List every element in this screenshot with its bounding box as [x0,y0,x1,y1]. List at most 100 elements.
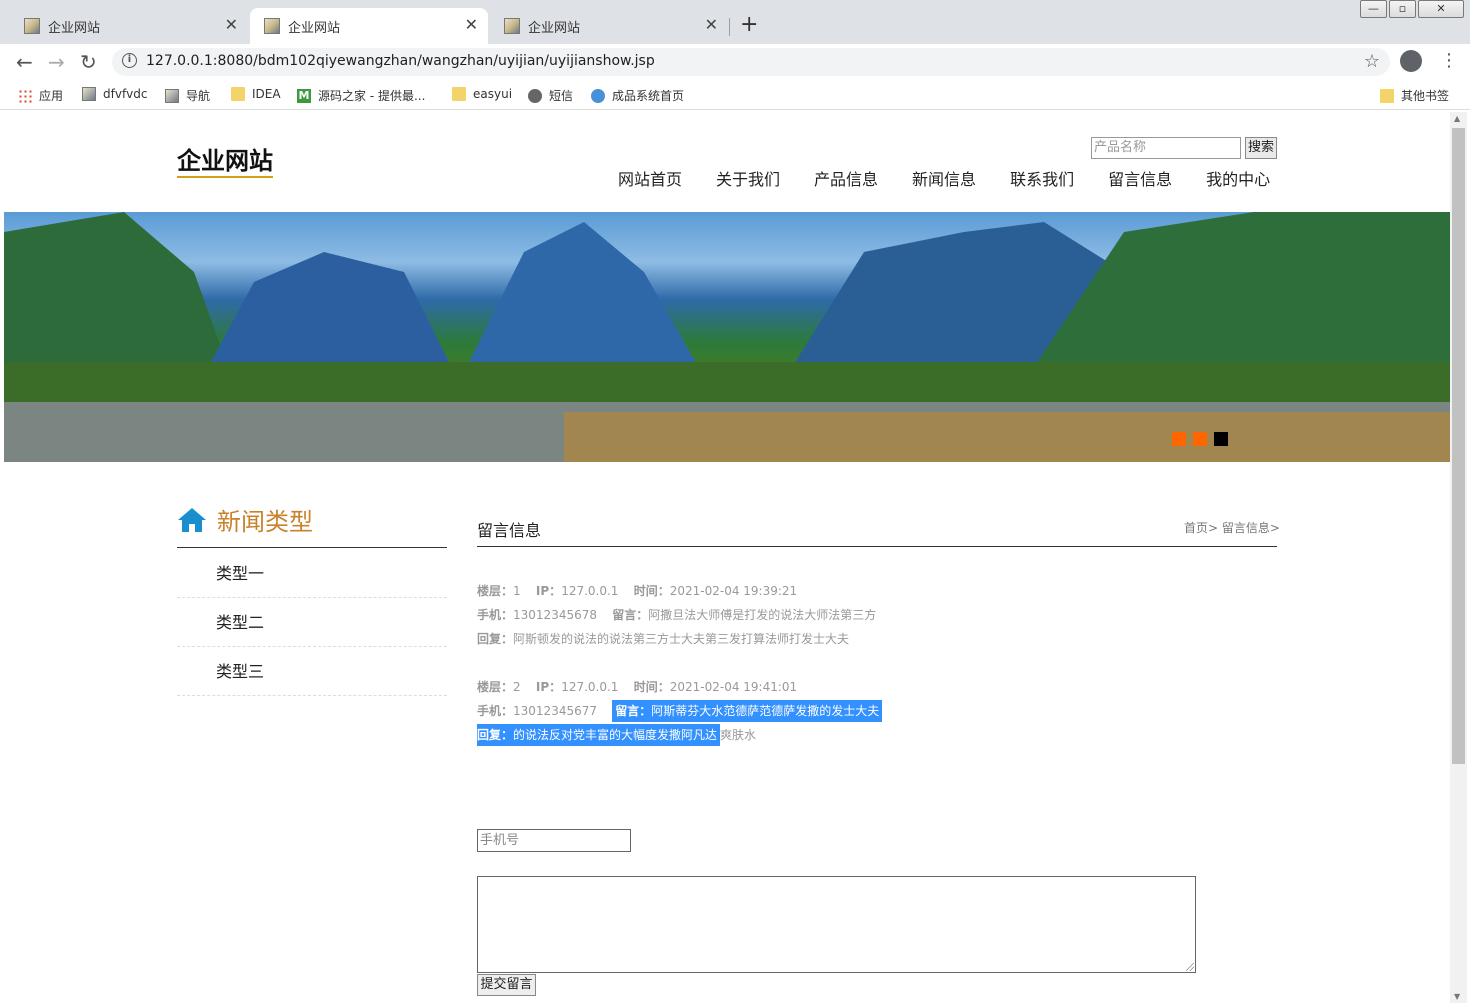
floor-label: 楼层： [477,584,514,598]
ip-label: IP： [535,584,562,598]
landscape-illustration [4,212,1450,462]
sidebar-item-type3[interactable]: 类型三 [177,647,447,696]
message-textarea[interactable] [477,876,1196,973]
favicon-icon [264,18,280,34]
bookmark-idea[interactable]: IDEA [231,87,281,101]
window-close-icon[interactable]: ✕ [1418,0,1464,18]
favicon-icon [24,18,40,34]
content-divider [477,546,1277,547]
banner-image [4,212,1450,462]
search-button[interactable]: 搜索 [1245,137,1277,159]
time-value: 2021-02-04 19:39:21 [669,584,798,598]
new-tab-icon[interactable]: + [740,12,758,37]
bookmark-label: dfvfvdc [103,87,148,101]
sidebar-item-type1[interactable]: 类型一 [177,549,447,598]
address-bar[interactable]: i 127.0.0.1:8080/bdm102qiyewangzhan/wang… [112,48,1390,76]
browser-tab-bar: 企业网站 ✕ 企业网站 ✕ 企业网站 ✕ + — ▫ ✕ [0,0,1470,44]
banner-dot-1[interactable] [1172,432,1186,446]
window-controls: — ▫ ✕ [1358,0,1464,18]
tab-title: 企业网站 [48,21,101,36]
bookmark-other[interactable]: 其他书签 [1380,87,1449,104]
minimize-icon[interactable]: — [1360,0,1387,18]
nav-home[interactable]: 网站首页 [618,166,682,190]
reply-label: 回复： [477,632,514,646]
scroll-up-icon[interactable]: ▲ [1454,114,1460,123]
phone-value: 13012345678 [513,608,597,622]
selected-text: 留言：阿斯蒂芬大水范德萨范德萨发撒的发士大夫 [612,700,883,722]
banner-pager [1172,432,1235,446]
phone-label: 手机： [477,608,514,622]
bookmark-label: 成品系统首页 [612,89,685,103]
bookmark-apps[interactable]: 应用 [18,87,63,104]
nav-messages[interactable]: 留言信息 [1108,166,1172,190]
phone-value: 13012345677 [513,704,597,718]
product-search-input[interactable]: 产品名称 [1091,137,1241,159]
bookmark-nav[interactable]: 导航 [165,87,210,104]
resize-grip-icon[interactable] [1186,963,1194,971]
forward-icon[interactable]: → [48,50,65,74]
profile-avatar-icon[interactable] [1400,50,1422,72]
reply-value: 阿斯顿发的说法的说法第三方士大夫第三发打算法师打发士大夫 [513,632,850,646]
phone-label: 手机： [477,704,514,718]
image-icon [82,87,96,101]
banner-dot-3[interactable] [1214,432,1228,446]
floor-label: 楼层： [477,680,514,694]
browser-tab-3[interactable]: 企业网站 ✕ [490,8,728,44]
nav-contact[interactable]: 联系我们 [1010,166,1074,190]
globe-icon [528,88,542,103]
tab-title: 企业网站 [288,21,341,36]
site-info-icon[interactable]: i [122,53,137,68]
browser-tab-1[interactable]: 企业网站 ✕ [10,8,248,44]
time-value: 2021-02-04 19:41:01 [669,680,798,694]
floor-value: 2 [513,680,521,694]
sidebar-title: 新闻类型 [177,502,313,537]
page-viewport: 企业网站 产品名称 搜索 网站首页 关于我们 产品信息 新闻信息 联系我们 留言… [4,112,1450,1003]
browser-toolbar: ← → ↻ i 127.0.0.1:8080/bdm102qiyewangzha… [0,44,1470,80]
nav-about[interactable]: 关于我们 [716,166,780,190]
close-tab-icon[interactable]: ✕ [225,15,238,34]
bookmark-label: 其他书签 [1401,89,1450,103]
apps-icon [18,88,32,103]
nav-my-center[interactable]: 我的中心 [1206,166,1270,190]
ip-value: 127.0.0.1 [561,584,619,598]
submit-message-button[interactable]: 提交留言 [477,974,536,996]
reload-icon[interactable]: ↻ [80,50,97,74]
msg-label: 留言： [615,704,652,718]
msg-value: 阿斯蒂芬大水范德萨范德萨发撒的发士大夫 [651,704,880,718]
message-1-meta: 楼层：1 IP：127.0.0.1 时间：2021-02-04 19:39:21 [477,582,797,599]
scroll-down-icon[interactable]: ▼ [1454,992,1460,1001]
page-title: 留言信息 [477,521,542,540]
nav-products[interactable]: 产品信息 [814,166,878,190]
msg-label: 留言： [612,608,649,622]
folder-icon [452,87,466,101]
menu-kebab-icon[interactable]: ⋮ [1440,50,1458,71]
bookmark-sms[interactable]: 短信 [528,87,573,104]
phone-input[interactable]: 手机号 [477,829,631,852]
message-1-body: 手机：13012345678 留言：阿撒旦法大师傅是打发的说法大师法第三方 [477,606,876,623]
maximize-icon[interactable]: ▫ [1389,0,1416,18]
ip-label: IP： [535,680,562,694]
page-scrollbar[interactable]: ▲ ▼ [1450,112,1467,1003]
sidebar-item-type2[interactable]: 类型二 [177,598,447,647]
reply-label: 回复： [477,728,514,742]
banner-dot-2[interactable] [1193,432,1207,446]
scrollbar-thumb[interactable] [1452,128,1465,764]
bookmark-easyui[interactable]: easyui [452,87,512,101]
bookmark-system-home[interactable]: 成品系统首页 [591,87,684,104]
ip-value: 127.0.0.1 [561,680,619,694]
close-tab-icon[interactable]: ✕ [465,15,478,34]
bookmark-dfvfvdc[interactable]: dfvfvdc [82,87,147,101]
bookmark-star-icon[interactable]: ☆ [1364,51,1380,72]
back-icon[interactable]: ← [16,50,33,74]
site-logo[interactable]: 企业网站 [177,146,273,178]
close-tab-icon[interactable]: ✕ [705,15,718,34]
home-icon [178,507,206,532]
message-2-meta: 楼层：2 IP：127.0.0.1 时间：2021-02-04 19:41:01 [477,678,797,695]
image-icon [165,88,179,103]
bookmark-label: 短信 [549,89,574,103]
browser-tab-2-active[interactable]: 企业网站 ✕ [250,8,488,44]
nav-news[interactable]: 新闻信息 [912,166,976,190]
address-url[interactable]: 127.0.0.1:8080/bdm102qiyewangzhan/wangzh… [146,53,655,69]
breadcrumb[interactable]: 首页> 留言信息> [1184,519,1280,536]
bookmark-yuanma[interactable]: M 源码之家 - 提供最... [297,87,425,104]
